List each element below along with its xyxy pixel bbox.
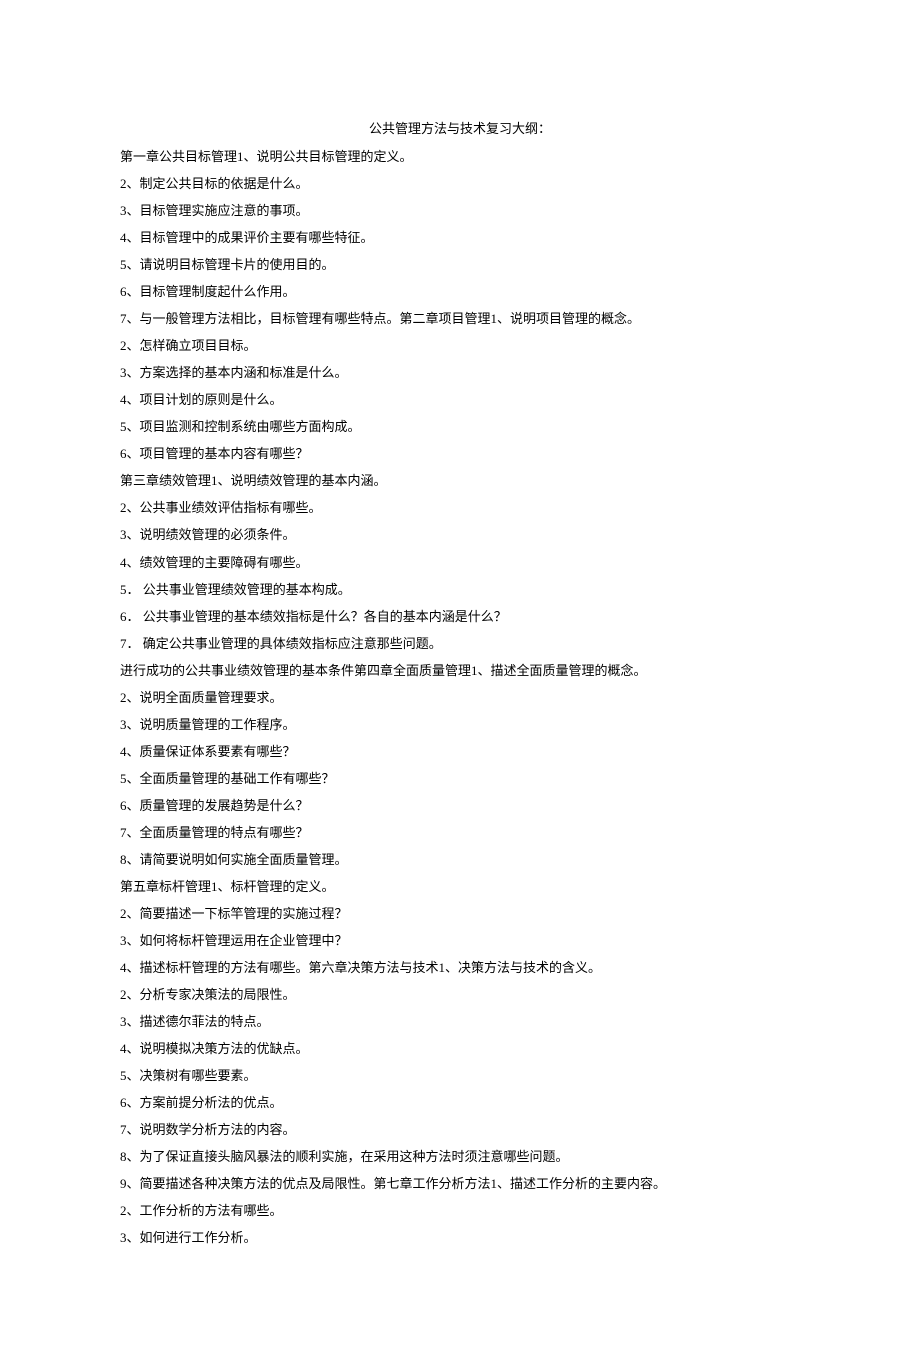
outline-line: 5、请说明目标管理卡片的使用目的。 xyxy=(120,251,800,278)
outline-line: 3、方案选择的基本内涵和标准是什么。 xyxy=(120,359,800,386)
outline-line: 4、项目计划的原则是什么。 xyxy=(120,386,800,413)
outline-line: 2、公共事业绩效评估指标有哪些。 xyxy=(120,494,800,521)
outline-line: 3、描述德尔菲法的特点。 xyxy=(120,1008,800,1035)
outline-line: 7、说明数学分析方法的内容。 xyxy=(120,1116,800,1143)
outline-line: 2、分析专家决策法的局限性。 xyxy=(120,981,800,1008)
outline-line: 6、目标管理制度起什么作用。 xyxy=(120,278,800,305)
document-body: 第一章公共目标管理1、说明公共目标管理的定义。2、制定公共目标的依据是什么。3、… xyxy=(120,143,800,1251)
outline-line: 4、目标管理中的成果评价主要有哪些特征。 xyxy=(120,224,800,251)
outline-line: 6、质量管理的发展趋势是什么？ xyxy=(120,792,800,819)
outline-line: 8、为了保证直接头脑风暴法的顺利实施，在采用这种方法时须注意哪些问题。 xyxy=(120,1143,800,1170)
outline-line: 8、请简要说明如何实施全面质量管理。 xyxy=(120,846,800,873)
outline-line: 第三章绩效管理1、说明绩效管理的基本内涵。 xyxy=(120,467,800,494)
outline-line: 第一章公共目标管理1、说明公共目标管理的定义。 xyxy=(120,143,800,170)
outline-line: 4、描述标杆管理的方法有哪些。第六章决策方法与技术1、决策方法与技术的含义。 xyxy=(120,954,800,981)
outline-line: 进行成功的公共事业绩效管理的基本条件第四章全面质量管理1、描述全面质量管理的概念… xyxy=(120,657,800,684)
outline-line: 3、目标管理实施应注意的事项。 xyxy=(120,197,800,224)
outline-line: 6、项目管理的基本内容有哪些？ xyxy=(120,440,800,467)
outline-line: 2、工作分析的方法有哪些。 xyxy=(120,1197,800,1224)
outline-line: 3、如何将标杆管理运用在企业管理中？ xyxy=(120,927,800,954)
outline-line: 5、项目监测和控制系统由哪些方面构成。 xyxy=(120,413,800,440)
outline-line: 2、说明全面质量管理要求。 xyxy=(120,684,800,711)
outline-line: 6． 公共事业管理的基本绩效指标是什么？各自的基本内涵是什么？ xyxy=(120,603,800,630)
outline-line: 5． 公共事业管理绩效管理的基本构成。 xyxy=(120,576,800,603)
outline-line: 第五章标杆管理1、标杆管理的定义。 xyxy=(120,873,800,900)
outline-line: 2、怎样确立项目目标。 xyxy=(120,332,800,359)
outline-line: 7． 确定公共事业管理的具体绩效指标应注意那些问题。 xyxy=(120,630,800,657)
outline-line: 7、全面质量管理的特点有哪些？ xyxy=(120,819,800,846)
outline-line: 4、说明模拟决策方法的优缺点。 xyxy=(120,1035,800,1062)
outline-line: 3、说明质量管理的工作程序。 xyxy=(120,711,800,738)
document-title: 公共管理方法与技术复习大纲： xyxy=(120,115,800,142)
outline-line: 7、与一般管理方法相比，目标管理有哪些特点。第二章项目管理1、说明项目管理的概念… xyxy=(120,305,800,332)
outline-line: 3、说明绩效管理的必须条件。 xyxy=(120,521,800,548)
outline-line: 5、全面质量管理的基础工作有哪些？ xyxy=(120,765,800,792)
outline-line: 2、简要描述一下标竿管理的实施过程？ xyxy=(120,900,800,927)
outline-line: 2、制定公共目标的依据是什么。 xyxy=(120,170,800,197)
outline-line: 3、如何进行工作分析。 xyxy=(120,1224,800,1251)
outline-line: 9、简要描述各种决策方法的优点及局限性。第七章工作分析方法1、描述工作分析的主要… xyxy=(120,1170,800,1197)
outline-line: 4、绩效管理的主要障碍有哪些。 xyxy=(120,549,800,576)
outline-line: 6、方案前提分析法的优点。 xyxy=(120,1089,800,1116)
outline-line: 5、决策树有哪些要素。 xyxy=(120,1062,800,1089)
outline-line: 4、质量保证体系要素有哪些？ xyxy=(120,738,800,765)
